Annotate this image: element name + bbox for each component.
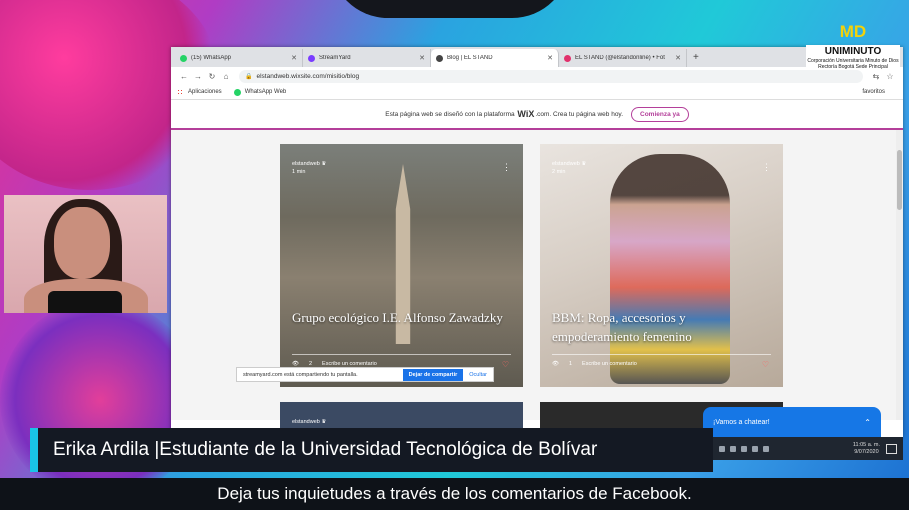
lower-third-accent — [30, 428, 38, 472]
presenter-face — [54, 207, 110, 279]
bookmarks-bar: Aplicaciones WhatsApp Web favoritos — [171, 85, 903, 100]
presenter-name: Erika Ardila |Estudiante de la Universid… — [53, 439, 598, 460]
keyboard-icon[interactable] — [763, 445, 769, 452]
screen-share-bar: streamyard.com está compartiendo tu pant… — [236, 367, 494, 382]
clock[interactable]: 11:05 a. m. 9/07/2020 — [853, 442, 880, 456]
wix-icon — [436, 54, 443, 62]
name-lower-third: Erika Ardila |Estudiante de la Universid… — [30, 428, 713, 472]
scrollbar-thumb[interactable] — [897, 150, 902, 210]
divider — [552, 354, 771, 355]
wix-banner-text: Esta página web se diseñó con la platafo… — [385, 110, 515, 118]
tab-blog[interactable]: Blog | EL STAND ✕ — [431, 49, 559, 67]
heart-icon[interactable]: ♡ — [762, 360, 769, 369]
post-meta: elstandweb ♛ — [292, 419, 327, 425]
chat-widget[interactable]: ¡Vamos a chatear! ⌃ — [703, 407, 881, 437]
blog-post-card[interactable]: elstandweb ♛ 1 min ⋮ Grupo ecológico I.E.… — [280, 144, 523, 387]
post-title[interactable]: Grupo ecológico I.E. Alfonso Zawadzky — [292, 308, 507, 327]
home-icon[interactable]: ⌂ — [219, 72, 233, 81]
tray-icon[interactable] — [719, 445, 725, 452]
divider — [292, 354, 511, 355]
new-tab-button[interactable]: + — [687, 49, 705, 67]
comment-ticker: Deja tus inquietudes a través de los com… — [0, 478, 909, 510]
wix-banner: Esta página web se diseñó con la platafo… — [171, 100, 903, 130]
presenter-top — [48, 291, 122, 313]
url-text: elstandweb.wixsite.com/misitio/blog — [256, 72, 360, 80]
chevron-up-icon[interactable]: ⌃ — [864, 418, 871, 427]
tab-whatsapp[interactable]: (15) WhatsApp ✕ — [175, 49, 303, 67]
volume-icon[interactable] — [752, 445, 758, 452]
tab-instagram[interactable]: EL STAND (@elstandonline) • Fot ✕ — [559, 49, 687, 67]
tab-label: StreamYard — [319, 55, 351, 61]
lock-icon: 🔒 — [245, 73, 253, 80]
wix-banner-text-after: .com. Crea tu página web hoy. — [535, 110, 624, 118]
close-icon[interactable]: ✕ — [419, 54, 425, 62]
stop-sharing-button[interactable]: Dejar de compartir — [402, 368, 464, 381]
whatsapp-icon — [233, 88, 241, 96]
tab-streamyard[interactable]: StreamYard ✕ — [303, 49, 431, 67]
close-icon[interactable]: ✕ — [547, 54, 553, 62]
heart-icon[interactable]: ♡ — [502, 360, 509, 369]
start-now-button[interactable]: Comienza ya — [631, 106, 689, 122]
more-options-icon[interactable]: ⋮ — [502, 162, 511, 173]
instagram-icon — [564, 54, 571, 62]
webcam-feed — [4, 195, 167, 313]
uniminuto-logo: MD UNIMINUTO Corporación Universitaria M… — [806, 22, 900, 70]
eye-icon: 👁 — [552, 361, 559, 367]
post-image-woman — [610, 154, 730, 384]
system-tray — [719, 445, 769, 452]
bookmark-whatsapp-web[interactable]: WhatsApp Web — [233, 88, 286, 96]
wix-logo: WiX — [517, 109, 535, 119]
scrollbar[interactable] — [896, 130, 903, 420]
streamyard-icon — [308, 54, 315, 62]
post-title[interactable]: BBM: Ropa, accesorios y empoderamiento f… — [552, 308, 767, 346]
bookmark-apps[interactable]: Aplicaciones — [177, 88, 222, 96]
top-curve-decoration — [330, 0, 570, 18]
url-bar[interactable]: 🔒 elstandweb.wixsite.com/misitio/blog — [239, 69, 863, 83]
blog-post-card[interactable]: elstandweb ♛ 2 min ⋮ BBM: Ropa, accesorio… — [540, 144, 783, 387]
share-message: streamyard.com está compartiendo tu pant… — [243, 371, 358, 378]
tab-strip: (15) WhatsApp ✕ StreamYard ✕ Blog | EL S… — [171, 47, 903, 67]
address-row: ← → ↻ ⌂ 🔒 elstandweb.wixsite.com/misitio… — [171, 67, 903, 85]
apps-grid-icon — [177, 88, 184, 96]
post-stats: 👁 1 Escribe un comentario — [552, 361, 637, 367]
reload-icon[interactable]: ↻ — [205, 72, 219, 81]
post-meta: elstandweb ♛ 2 min — [552, 161, 587, 175]
hide-button[interactable]: Ocultar — [463, 372, 493, 378]
close-icon[interactable]: ✕ — [291, 54, 297, 62]
whatsapp-icon — [180, 54, 187, 62]
tray-icon[interactable] — [730, 445, 736, 452]
chat-label: ¡Vamos a chatear! — [713, 418, 770, 426]
back-icon[interactable]: ← — [177, 72, 191, 81]
windows-taskbar: 11:05 a. m. 9/07/2020 — [713, 437, 903, 460]
tab-label: Blog | EL STAND — [447, 55, 493, 61]
more-options-icon[interactable]: ⋮ — [762, 162, 771, 173]
notification-icon[interactable] — [886, 443, 897, 454]
post-meta: elstandweb ♛ 1 min — [292, 161, 327, 175]
forward-icon[interactable]: → — [191, 72, 205, 81]
tab-label: EL STAND (@elstandonline) • Fot — [575, 55, 665, 61]
tab-label: (15) WhatsApp — [191, 55, 232, 61]
wifi-icon[interactable] — [741, 445, 747, 452]
close-icon[interactable]: ✕ — [675, 54, 681, 62]
